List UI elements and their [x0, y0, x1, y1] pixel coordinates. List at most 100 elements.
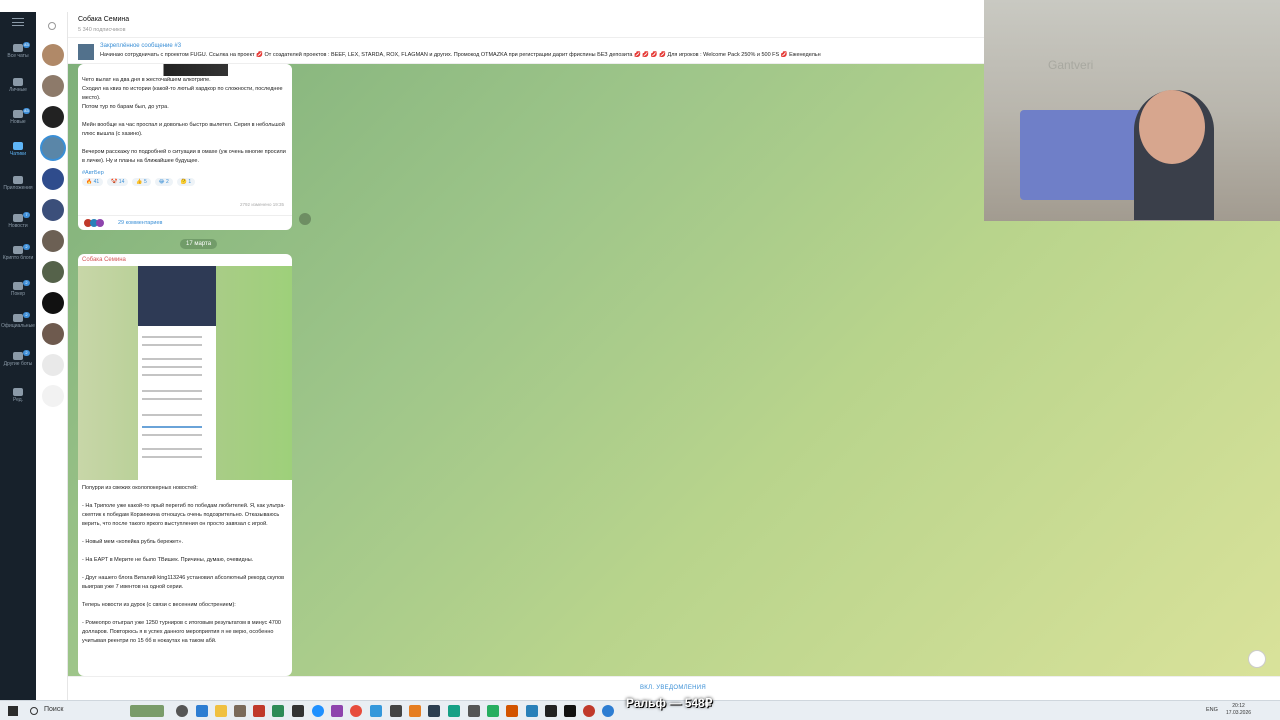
- donation-overlay: Ральф — 548₽: [626, 696, 713, 710]
- scroll-down-button[interactable]: [1248, 650, 1266, 668]
- edited-label: изменено 19:35: [251, 202, 284, 207]
- avatar[interactable]: [42, 292, 64, 314]
- app-icon[interactable]: [370, 705, 382, 717]
- app-icon[interactable]: [545, 705, 557, 717]
- folder-edit[interactable]: Ред.: [0, 386, 36, 416]
- clock[interactable]: 20:12 17.03.2026: [1226, 703, 1251, 717]
- task-view-icon[interactable]: [176, 705, 188, 717]
- app-icon[interactable]: [272, 705, 284, 717]
- reaction[interactable]: 🤔 1: [176, 178, 196, 186]
- avatar[interactable]: [42, 261, 64, 283]
- folder-official[interactable]: 2 Официальные: [0, 312, 36, 342]
- avatar[interactable]: [42, 168, 64, 190]
- app-icon[interactable]: [234, 705, 246, 717]
- folder-label: Другие боты: [3, 361, 33, 367]
- avatar[interactable]: [42, 323, 64, 345]
- search-icon[interactable]: [30, 707, 38, 715]
- folder-badge: 2: [23, 312, 30, 318]
- app-icon[interactable]: [602, 705, 614, 717]
- pinned-thumbnail: [78, 44, 94, 60]
- avatar[interactable]: [42, 199, 64, 221]
- avatar[interactable]: [42, 385, 64, 407]
- webcam-overlay: Gantveri: [984, 0, 1280, 221]
- keyboard-language[interactable]: ENG: [1206, 707, 1218, 713]
- share-icon[interactable]: [299, 213, 311, 225]
- browser-icon[interactable]: [312, 705, 324, 717]
- avatar[interactable]: [42, 230, 64, 252]
- channel-title: Собака Семина: [78, 16, 130, 23]
- menu-icon[interactable]: [12, 18, 24, 26]
- chat-bubbles-icon: [13, 44, 23, 52]
- folder-icon: [13, 110, 23, 118]
- comments-link[interactable]: 29 комментариев: [78, 215, 292, 230]
- folder-all-chats[interactable]: 83 Все чаты: [0, 42, 36, 72]
- app-icon[interactable]: [468, 705, 480, 717]
- avatar[interactable]: [42, 106, 64, 128]
- folder-label: Новости: [8, 223, 28, 229]
- folder-chats[interactable]: Чатики: [0, 140, 36, 170]
- subscriber-count: 5 340 подписчиков: [78, 27, 126, 33]
- app-icon[interactable]: [409, 705, 421, 717]
- folder-badge: 83: [23, 108, 30, 114]
- folder-label: Личные: [9, 87, 27, 93]
- reaction[interactable]: 😂 2: [154, 178, 173, 186]
- app-icon[interactable]: [390, 705, 402, 717]
- avatar[interactable]: [42, 44, 64, 66]
- avatar[interactable]: [42, 354, 64, 376]
- message-author[interactable]: Собака Семина: [78, 254, 292, 266]
- app-icon[interactable]: [292, 705, 304, 717]
- app-icon[interactable]: [253, 705, 265, 717]
- taskbar-widget-icon[interactable]: [130, 705, 164, 717]
- app-icon[interactable]: [564, 705, 576, 717]
- folder-new[interactable]: 83 Новые: [0, 108, 36, 138]
- taskbar-search-label[interactable]: Поиск: [44, 706, 63, 713]
- folder-personal[interactable]: Личные: [0, 76, 36, 106]
- browser-icon[interactable]: [350, 705, 362, 717]
- phone-screenshot: [138, 266, 216, 480]
- pinned-message-bar[interactable]: Закреплённое сообщение #3 Начинаю сотруд…: [68, 40, 984, 64]
- app-icon[interactable]: [331, 705, 343, 717]
- message-image[interactable]: [78, 266, 292, 480]
- avatar[interactable]: [42, 75, 64, 97]
- pinned-text: Начинаю сотрудничать с проектом FUGU. Сс…: [100, 52, 821, 58]
- folder-apps[interactable]: Приложения: [0, 174, 36, 204]
- folder-label: Чатики: [9, 151, 27, 157]
- search-icon[interactable]: [48, 22, 56, 30]
- folder-icon: [13, 282, 23, 290]
- folder-badge: 2: [23, 350, 30, 356]
- folder-badge: 83: [23, 42, 30, 48]
- folder-icon: [13, 246, 23, 254]
- app-icon[interactable]: [506, 705, 518, 717]
- folder-rail: 83 Все чаты Личные 83 Новые Чатики Прило…: [0, 12, 36, 700]
- chat-header[interactable]: Собака Семина 5 340 подписчиков: [68, 12, 984, 38]
- windows-start-icon[interactable]: [8, 706, 18, 716]
- app-icon[interactable]: [428, 705, 440, 717]
- message-text: Чето вылат на два дня в жесточайшем алко…: [82, 77, 286, 164]
- folder-icon: [13, 214, 23, 222]
- folder-badge: 7: [23, 212, 30, 218]
- reaction[interactable]: 👍 5: [132, 178, 151, 186]
- folder-news[interactable]: 7 Новости: [0, 212, 36, 242]
- folder-label: Все чаты: [7, 53, 29, 59]
- folder-crypto[interactable]: 2 Крипто блоги: [0, 244, 36, 274]
- folder-other-bots[interactable]: 2 Другие боты: [0, 350, 36, 380]
- reaction[interactable]: 🔥 41: [82, 178, 104, 186]
- folder-icon[interactable]: [215, 705, 227, 717]
- folder-icon: [13, 176, 23, 184]
- commenter-avatars: [84, 219, 114, 227]
- telegram-icon[interactable]: [526, 705, 538, 717]
- app-icon[interactable]: [448, 705, 460, 717]
- sliders-icon: [13, 388, 23, 396]
- message-bubble[interactable]: Собака Семина Попурри из свежих околопок…: [78, 254, 292, 676]
- folder-label: Ред.: [12, 397, 24, 403]
- folder-poker[interactable]: 2 Покер: [0, 280, 36, 310]
- app-icon[interactable]: [196, 705, 208, 717]
- app-icon[interactable]: [487, 705, 499, 717]
- message-bubble[interactable]: Чето вылат на два дня в жесточайшем алко…: [78, 64, 292, 230]
- unmute-button[interactable]: ВКЛ. УВЕДОМЛЕНИЯ: [640, 685, 706, 691]
- reaction[interactable]: 🤡 14: [107, 178, 129, 186]
- avatar[interactable]: [42, 137, 64, 159]
- media-strip: [78, 64, 292, 76]
- app-icon[interactable]: [583, 705, 595, 717]
- folder-icon: [13, 78, 23, 86]
